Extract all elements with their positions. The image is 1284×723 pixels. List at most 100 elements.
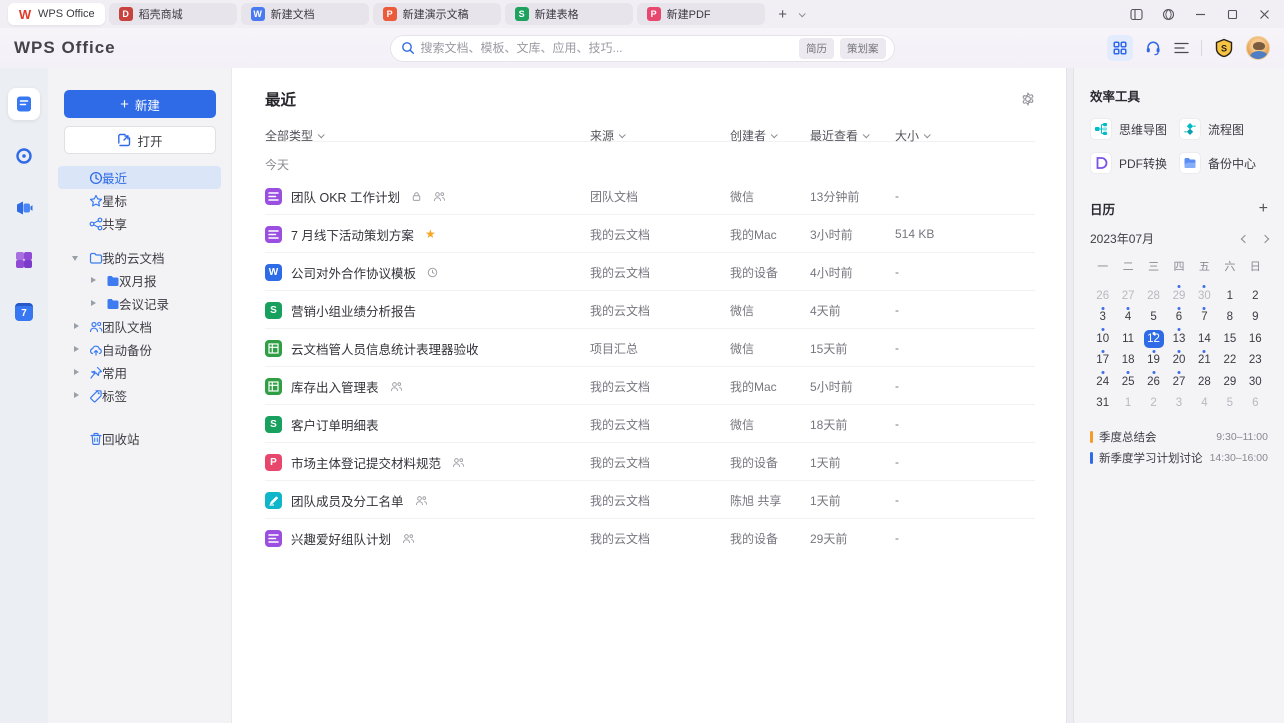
calendar-day[interactable]: 7 — [1192, 306, 1217, 329]
calendar-day[interactable]: 14 — [1192, 328, 1217, 350]
close-button[interactable] — [1252, 3, 1276, 25]
apps-grid-button[interactable] — [1107, 35, 1133, 61]
calendar-day[interactable]: 11 — [1115, 328, 1140, 350]
calendar-day[interactable]: 13 — [1166, 328, 1191, 350]
caret-right-icon[interactable] — [74, 392, 79, 398]
calendar-day[interactable]: 4 — [1115, 306, 1140, 329]
search-tag-resume[interactable]: 简历 — [799, 37, 834, 59]
new-tab-button[interactable]: + — [773, 4, 793, 24]
sidebar-item-bimonthly-report[interactable]: 双月报 — [58, 269, 221, 292]
calendar-day[interactable]: 5 — [1217, 393, 1242, 415]
search-bar[interactable]: 简历 策划案 — [389, 34, 895, 62]
filter-3[interactable]: 最近查看 — [810, 127, 870, 144]
file-row[interactable]: S 客户订单明细表 我的云文档 微信 18天前 - — [265, 405, 1035, 443]
file-row[interactable]: 云文档管人员信息统计表理器验收 项目汇总 微信 15天前 - — [265, 329, 1035, 367]
calendar-day[interactable]: 29 — [1217, 371, 1242, 393]
calendar-day[interactable]: 24 — [1090, 371, 1115, 393]
calendar-day[interactable]: 31 — [1090, 393, 1115, 415]
calendar-day[interactable]: 2 — [1243, 285, 1268, 307]
caret-down-icon[interactable] — [72, 256, 78, 261]
calendar-day[interactable]: 4 — [1192, 393, 1217, 415]
calendar-day[interactable]: 1 — [1217, 285, 1242, 307]
add-event-button[interactable]: + — [1259, 200, 1268, 218]
calendar-day[interactable]: 2 — [1141, 393, 1166, 415]
calendar-day[interactable]: 5 — [1141, 307, 1166, 329]
tab-document-4[interactable]: S 新建表格 — [504, 3, 633, 25]
search-input[interactable] — [420, 41, 793, 55]
file-row[interactable]: 库存出入管理表 我的云文档 我的Mac 5小时前 - — [265, 367, 1035, 405]
caret-right-icon[interactable] — [91, 300, 96, 306]
tab-document-2[interactable]: W 新建文档 — [240, 3, 369, 25]
calendar-day[interactable]: 28 — [1192, 371, 1217, 393]
calendar-day[interactable]: 19 — [1141, 349, 1166, 372]
minimize-button[interactable] — [1188, 3, 1212, 25]
tab-home[interactable]: W WPS Office — [8, 3, 105, 25]
filter-0[interactable]: 全部类型 — [265, 127, 325, 144]
caret-right-icon[interactable] — [74, 323, 79, 329]
new-document-button[interactable]: + 新建 — [64, 90, 216, 118]
gear-icon[interactable] — [1021, 92, 1035, 106]
calendar-day[interactable]: 6 — [1166, 306, 1191, 329]
tool-pdf-convert[interactable]: PDF转换 — [1090, 151, 1179, 175]
event-item[interactable]: 新季度学习计划讨论 14:30–16:00 — [1090, 447, 1268, 468]
rail-item-meeting[interactable] — [8, 192, 40, 224]
filter-2[interactable]: 创建者 — [730, 127, 778, 144]
file-row[interactable]: 7 月线下活动策划方案 ★ 我的云文档 我的Mac 3小时前 514 KB — [265, 215, 1035, 253]
calendar-day[interactable]: 3 — [1090, 306, 1115, 329]
sidebar-item-starred[interactable]: 星标 — [58, 189, 221, 212]
sidebar-item-frequent[interactable]: 常用 — [58, 361, 221, 384]
calendar-day[interactable]: 17 — [1090, 349, 1115, 372]
next-month-icon[interactable] — [1260, 234, 1270, 243]
filter-4[interactable]: 大小 — [895, 127, 931, 144]
caret-right-icon[interactable] — [91, 277, 96, 283]
calendar-day-selected[interactable]: 12 — [1141, 328, 1166, 350]
tab-list-chevron-icon[interactable] — [798, 9, 806, 17]
sidebar-item-tags[interactable]: 标签 — [58, 384, 221, 407]
calendar-day[interactable]: 26 — [1141, 371, 1166, 393]
calendar-day[interactable]: 25 — [1115, 371, 1140, 393]
calendar-day[interactable]: 26 — [1090, 285, 1115, 307]
tab-document-3[interactable]: P 新建演示文稿 — [372, 3, 501, 25]
calendar-day[interactable]: 21 — [1192, 349, 1217, 372]
calendar-day[interactable]: 6 — [1243, 393, 1268, 415]
prev-month-icon[interactable] — [1240, 234, 1250, 243]
calendar-day[interactable]: 10 — [1090, 328, 1115, 350]
calendar-day[interactable]: 27 — [1166, 371, 1191, 393]
calendar-day[interactable]: 1 — [1115, 393, 1140, 415]
filter-1[interactable]: 来源 — [590, 127, 626, 144]
caret-right-icon[interactable] — [74, 369, 79, 375]
sidebar-item-shared[interactable]: 共享 — [58, 212, 221, 235]
file-row[interactable]: 团队 OKR 工作计划 团队文档 微信 13分钟前 - — [265, 177, 1035, 215]
sidebar-item-recent[interactable]: 最近 — [58, 166, 221, 189]
file-row[interactable]: 团队成员及分工名单 我的云文档 陈旭 共享 1天前 - — [265, 481, 1035, 519]
calendar-day[interactable]: 30 — [1192, 285, 1217, 307]
sidebar-item-trash[interactable]: 回收站 — [58, 427, 221, 450]
tab-document-1[interactable]: D 稻壳商城 — [108, 3, 237, 25]
calendar-day[interactable]: 20 — [1166, 349, 1191, 372]
user-avatar[interactable] — [1246, 36, 1270, 60]
calendar-day[interactable]: 16 — [1243, 328, 1268, 350]
file-row[interactable]: S 营销小组业绩分析报告 我的云文档 微信 4天前 - — [265, 291, 1035, 329]
tool-flowchart[interactable]: 流程图 — [1179, 117, 1268, 141]
member-badge-icon[interactable]: S — [1214, 38, 1234, 58]
calendar-day[interactable]: 18 — [1115, 350, 1140, 372]
sidebar-item-team-docs[interactable]: 团队文档 — [58, 315, 221, 338]
rail-item-messages[interactable] — [8, 140, 40, 172]
caret-right-icon[interactable] — [74, 346, 79, 352]
sidebar-item-meeting-notes[interactable]: 会议记录 — [58, 292, 221, 315]
maximize-button[interactable] — [1220, 3, 1244, 25]
global-menu-icon[interactable] — [1174, 42, 1189, 54]
rail-item-docs-home[interactable] — [8, 88, 40, 120]
calendar-day[interactable]: 22 — [1217, 350, 1242, 372]
file-row[interactable]: 兴趣爱好组队计划 我的云文档 我的设备 29天前 - — [265, 519, 1035, 557]
calendar-day[interactable]: 15 — [1217, 328, 1242, 350]
sidebar-item-my-cloud-docs[interactable]: 我的云文档 — [58, 246, 221, 269]
tab-document-5[interactable]: P 新建PDF — [636, 3, 765, 25]
rail-item-calendar[interactable]: 7 — [8, 296, 40, 328]
rail-item-apps[interactable] — [8, 244, 40, 276]
calendar-day[interactable]: 9 — [1243, 307, 1268, 329]
sidebar-item-auto-backup[interactable]: 自动备份 — [58, 338, 221, 361]
calendar-day[interactable]: 3 — [1166, 393, 1191, 415]
file-row[interactable]: P 市场主体登记提交材料规范 我的云文档 我的设备 1天前 - — [265, 443, 1035, 481]
file-row[interactable]: W 公司对外合作协议模板 我的云文档 我的设备 4小时前 - — [265, 253, 1035, 291]
